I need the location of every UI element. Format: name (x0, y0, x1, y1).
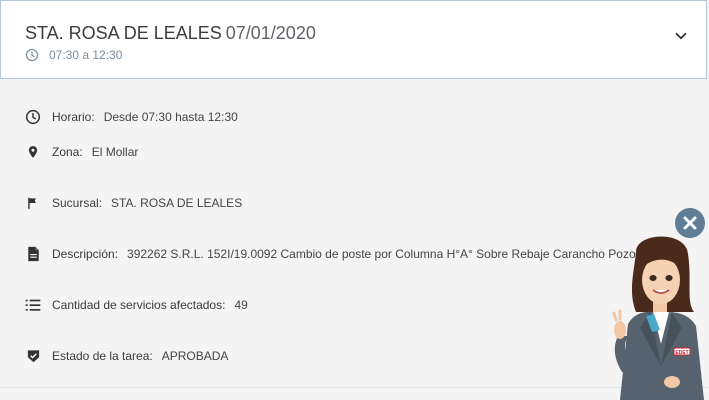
time-range-text: 07:30 a 12:30 (49, 48, 123, 62)
clock-icon (24, 108, 42, 126)
flag-icon (24, 194, 42, 212)
page-title: STA. ROSA DE LEALES 07/01/2020 (25, 22, 316, 44)
shield-check-icon (24, 347, 42, 365)
branch-name: STA. ROSA DE LEALES (25, 23, 222, 43)
detail-row-zone: Zona: El Mollar (24, 143, 138, 161)
location-pin-icon (24, 143, 42, 161)
status-label: Estado de la tarea: (52, 349, 153, 363)
zone-label: Zona: (52, 145, 83, 159)
schedule-label: Horario: (52, 110, 95, 124)
chevron-down-icon[interactable] (672, 27, 690, 45)
clock-icon (25, 48, 39, 62)
time-range: 07:30 a 12:30 (25, 48, 122, 62)
document-icon (24, 245, 42, 263)
services-label: Cantidad de servicios afectados: (52, 298, 226, 312)
branch-label: Sucursal: (52, 196, 103, 210)
description-value: 392262 S.R.L. 152I/19.0092 Cambio de pos… (127, 247, 636, 261)
status-value: APROBADA (161, 349, 229, 363)
list-icon (24, 296, 42, 314)
description-label: Descripción: (52, 247, 119, 261)
assistant-avatar[interactable]: EDET (606, 232, 709, 400)
branch-value: STA. ROSA DE LEALES (111, 196, 243, 210)
zone-value: El Mollar (91, 145, 139, 159)
detail-row-status: Estado de la tarea: APROBADA (24, 347, 228, 365)
assistant-badge: EDET (675, 350, 688, 356)
detail-row-services: Cantidad de servicios afectados: 49 (24, 296, 248, 314)
outage-header[interactable]: STA. ROSA DE LEALES 07/01/2020 07:30 a 12… (0, 0, 707, 79)
detail-row-schedule: Horario: Desde 07:30 hasta 12:30 (24, 108, 238, 126)
details-panel: Horario: Desde 07:30 hasta 12:30 Zona: E… (0, 80, 709, 388)
schedule-value: Desde 07:30 hasta 12:30 (103, 110, 238, 124)
detail-row-branch: Sucursal: STA. ROSA DE LEALES (24, 194, 242, 212)
detail-row-description: Descripción: 392262 S.R.L. 152I/19.0092 … (24, 245, 636, 263)
outage-date: 07/01/2020 (225, 23, 316, 43)
services-value: 49 (234, 298, 248, 312)
